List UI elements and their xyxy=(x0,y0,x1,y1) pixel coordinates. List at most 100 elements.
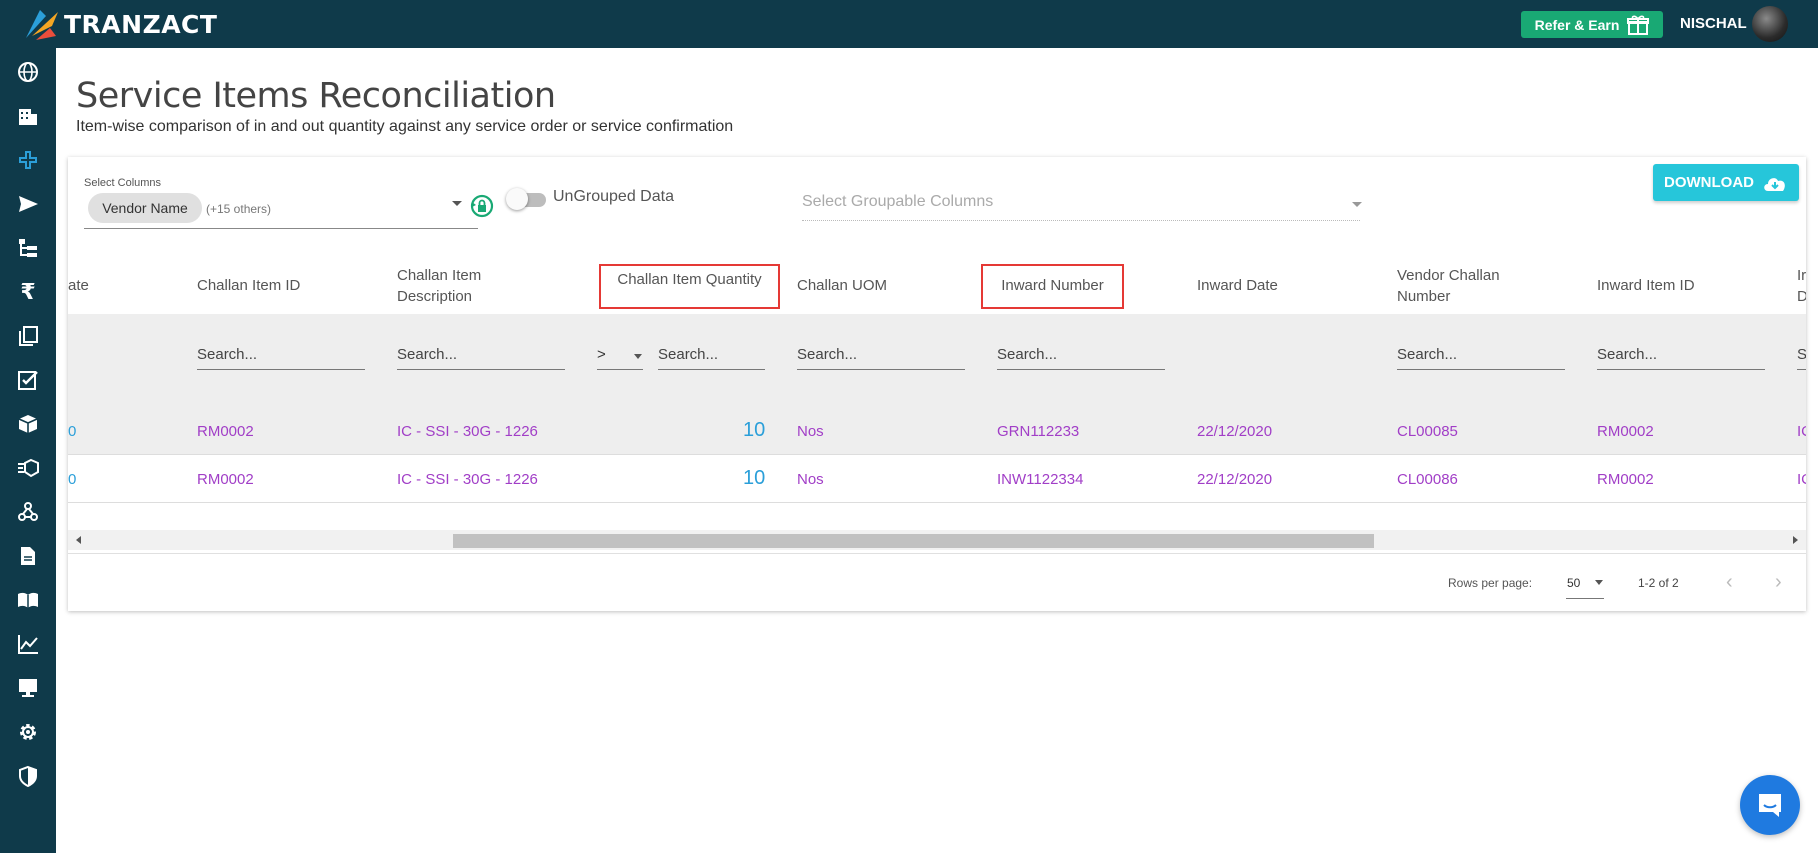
column-header-challan-item-id[interactable]: Challan Item ID xyxy=(197,259,300,314)
table-cell[interactable]: RM0002 xyxy=(1597,471,1654,488)
plus-icon[interactable] xyxy=(14,146,42,174)
table-cell[interactable]: IC - SSI - 30G - 1226 xyxy=(397,423,538,440)
gift-icon xyxy=(1627,15,1650,35)
globe-icon[interactable] xyxy=(14,58,42,86)
monitor-icon[interactable] xyxy=(14,674,42,702)
file-icon[interactable] xyxy=(14,542,42,570)
chat-icon xyxy=(1759,794,1781,817)
search-input[interactable]: S xyxy=(1797,342,1806,370)
scroll-left-icon[interactable] xyxy=(76,536,81,544)
header-line: Challan Item xyxy=(397,267,482,285)
page-title: Service Items Reconciliation xyxy=(76,76,556,116)
table-cell[interactable]: RM0002 xyxy=(197,471,254,488)
chevron-left-icon[interactable]: ‹ xyxy=(1726,571,1733,594)
sidebar: ₹ xyxy=(0,48,56,853)
chevron-right-icon[interactable]: › xyxy=(1775,571,1782,594)
chevron-down-icon[interactable] xyxy=(1595,580,1603,585)
table-row[interactable]: 0 RM0002 IC - SSI - 30G - 1226 10 Nos IN… xyxy=(68,455,1806,503)
table-cell: 22/12/2020 xyxy=(1197,423,1273,440)
lock-reset-icon[interactable] xyxy=(469,193,495,224)
documents-icon[interactable] xyxy=(14,322,42,350)
download-button[interactable]: DOWNLOAD xyxy=(1653,164,1799,201)
tranzact-logo-icon xyxy=(26,10,58,40)
select-columns-underline xyxy=(84,228,478,229)
search-input[interactable]: Search... xyxy=(658,342,765,370)
report-card: Select Columns Vendor Name (+15 others) … xyxy=(68,157,1806,611)
building-icon[interactable] xyxy=(14,102,42,130)
chevron-down-icon[interactable] xyxy=(1352,202,1362,207)
rows-per-page-underline xyxy=(1566,598,1604,599)
table-cell: 22/12/2020 xyxy=(1197,471,1273,488)
table-cell[interactable]: GRN112233 xyxy=(997,423,1079,440)
column-header-vendor-challan-number[interactable]: Vendor Challan Number xyxy=(1397,259,1500,314)
table-cell[interactable]: INW1122334 xyxy=(997,471,1083,488)
send-icon[interactable] xyxy=(14,190,42,218)
table-cell[interactable]: IC xyxy=(1797,423,1806,440)
chevron-down-icon[interactable] xyxy=(634,354,642,359)
top-bar: TRANZACT Refer & Earn NISCHAL xyxy=(0,0,1818,48)
ungrouped-toggle-knob[interactable] xyxy=(506,188,528,210)
table-cell[interactable]: CL00085 xyxy=(1397,423,1458,440)
column-header-partial[interactable]: Ir D xyxy=(1797,259,1806,314)
rupee-icon[interactable]: ₹ xyxy=(14,278,42,306)
column-header-date[interactable]: ate xyxy=(68,259,89,314)
box-icon[interactable] xyxy=(14,410,42,438)
table-header: ate Challan Item ID Challan Item Descrip… xyxy=(68,259,1806,314)
search-input[interactable]: Search... xyxy=(997,342,1165,370)
gear-icon[interactable] xyxy=(14,718,42,746)
book-icon[interactable] xyxy=(14,586,42,614)
filter-row: Search... Search... > Search... Search..… xyxy=(68,314,1806,407)
checklist-icon[interactable] xyxy=(14,366,42,394)
table-cell: Nos xyxy=(797,471,824,488)
box-list-icon[interactable] xyxy=(14,454,42,482)
search-input[interactable]: Search... xyxy=(797,342,965,370)
column-header-inward-item-id[interactable]: Inward Item ID xyxy=(1597,259,1695,314)
refer-label: Refer & Earn xyxy=(1534,16,1620,33)
header-line: Vendor Challan xyxy=(1397,267,1500,285)
scrollbar-thumb[interactable] xyxy=(453,534,1374,548)
search-input[interactable]: Search... xyxy=(1597,342,1765,370)
cloud-download-icon xyxy=(1764,177,1785,191)
chat-launcher-button[interactable] xyxy=(1740,775,1800,835)
page-subtitle: Item-wise comparison of in and out quant… xyxy=(76,118,734,135)
column-header-inward-number[interactable]: Inward Number xyxy=(981,264,1124,309)
shield-icon[interactable] xyxy=(14,762,42,790)
column-header-challan-item-quantity[interactable]: Challan Item Quantity xyxy=(599,264,780,309)
search-input[interactable]: Search... xyxy=(197,342,365,370)
pagination-range: 1-2 of 2 xyxy=(1638,576,1679,590)
groupable-columns-underline xyxy=(802,220,1360,221)
avatar[interactable] xyxy=(1752,6,1788,42)
operator-value: > xyxy=(597,346,606,363)
hierarchy-icon[interactable] xyxy=(14,234,42,262)
header-line: D xyxy=(1797,287,1806,305)
column-header-inward-date[interactable]: Inward Date xyxy=(1197,259,1278,314)
scroll-right-icon[interactable] xyxy=(1793,536,1798,544)
horizontal-scrollbar[interactable] xyxy=(68,530,1806,550)
chevron-down-icon[interactable] xyxy=(452,201,462,206)
groupable-columns-select[interactable]: Select Groupable Columns xyxy=(802,193,993,211)
table-row[interactable]: 0 RM0002 IC - SSI - 30G - 1226 10 Nos GR… xyxy=(68,407,1806,455)
selected-column-chip[interactable]: Vendor Name xyxy=(88,193,202,223)
table-cell[interactable]: RM0002 xyxy=(197,423,254,440)
download-label: DOWNLOAD xyxy=(1664,174,1754,191)
table-cell[interactable]: RM0002 xyxy=(1597,423,1654,440)
search-input[interactable]: Search... xyxy=(1397,342,1565,370)
brand-logo[interactable]: TRANZACT xyxy=(22,6,217,42)
search-input[interactable]: Search... xyxy=(397,342,565,370)
ungrouped-toggle-label: UnGrouped Data xyxy=(553,188,674,205)
column-header-challan-item-description[interactable]: Challan Item Description xyxy=(397,259,481,314)
chart-icon[interactable] xyxy=(14,630,42,658)
table-cell[interactable]: CL00086 xyxy=(1397,471,1458,488)
select-columns-label: Select Columns xyxy=(84,177,162,189)
rows-per-page-select[interactable]: 50 xyxy=(1567,576,1580,590)
refer-and-earn-button[interactable]: Refer & Earn xyxy=(1521,11,1663,38)
header-line: Ir xyxy=(1797,267,1806,285)
table-cell[interactable]: IC - SSI - 30G - 1226 xyxy=(397,471,538,488)
table-cell: 10 xyxy=(743,419,766,441)
user-name[interactable]: NISCHAL xyxy=(1680,15,1747,32)
network-icon[interactable] xyxy=(14,498,42,526)
table-cell: Nos xyxy=(797,423,824,440)
column-header-challan-uom[interactable]: Challan UOM xyxy=(797,259,887,314)
table-cell: 0 xyxy=(68,423,77,440)
table-cell[interactable]: IC xyxy=(1797,471,1806,488)
